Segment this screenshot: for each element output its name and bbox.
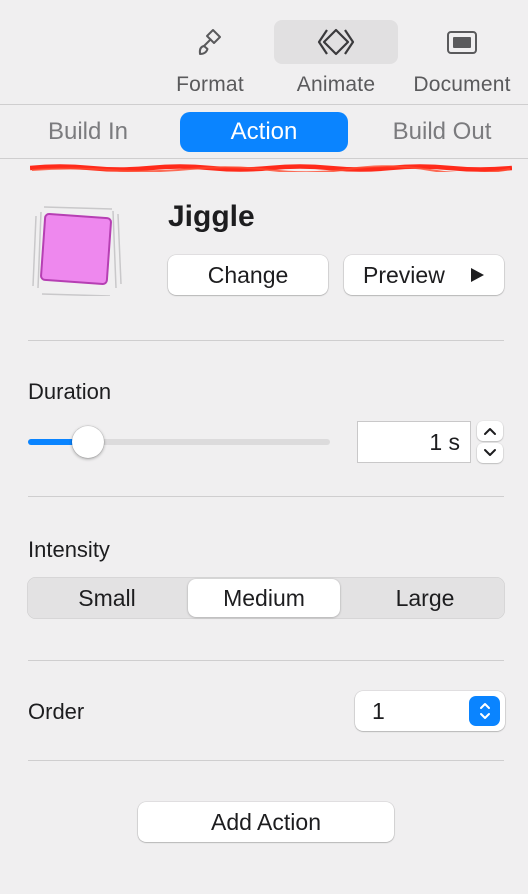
format-tool-label: Format: [176, 73, 244, 96]
tab-build-out[interactable]: Build Out: [372, 112, 512, 152]
document-icon: [445, 20, 479, 64]
intensity-option-medium[interactable]: Medium: [188, 579, 340, 617]
preview-button-label: Preview: [363, 261, 445, 288]
tab-build-in[interactable]: Build In: [18, 112, 158, 152]
updown-chevron-icon: [469, 696, 500, 726]
order-popup-button[interactable]: 1: [355, 691, 505, 731]
section-divider-4: [28, 760, 504, 761]
duration-slider[interactable]: [28, 426, 330, 458]
stepper-down-button[interactable]: [477, 443, 503, 463]
intensity-option-small[interactable]: Small: [27, 577, 187, 619]
duration-field[interactable]: 1 s: [357, 421, 471, 463]
build-tabs: Build In Action Build Out: [0, 106, 528, 158]
chevron-down-icon: [484, 449, 496, 456]
duration-label: Duration: [28, 379, 112, 404]
tab-action[interactable]: Action: [180, 112, 348, 152]
paintbrush-icon: [195, 20, 225, 64]
section-divider-3: [28, 660, 504, 661]
animate-tool-button[interactable]: Animate: [274, 20, 398, 100]
duration-stepper[interactable]: [477, 421, 505, 463]
intensity-segmented-control: Small Medium Large: [27, 577, 505, 619]
order-value: 1: [372, 698, 385, 724]
change-button-label: Change: [207, 261, 289, 288]
document-tool-button[interactable]: Document: [400, 20, 524, 100]
intensity-option-large[interactable]: Large: [345, 577, 505, 619]
effect-name: Jiggle: [168, 200, 255, 233]
format-tool-button[interactable]: Format: [148, 20, 272, 100]
jiggle-effect-thumbnail: [32, 206, 122, 296]
change-effect-button[interactable]: Change: [168, 255, 328, 295]
add-action-label: Add Action: [211, 808, 321, 835]
play-icon: [471, 268, 484, 282]
add-action-button[interactable]: Add Action: [138, 802, 394, 842]
stepper-up-button[interactable]: [477, 421, 503, 441]
preview-button[interactable]: Preview: [344, 255, 504, 295]
tabs-divider: [0, 158, 528, 159]
document-tool-label: Document: [413, 73, 511, 96]
annotation-underline: [30, 164, 512, 172]
inspector-toolbar: Format Animate Document: [0, 0, 528, 105]
diamond-animate-icon: [316, 20, 356, 64]
intensity-label: Intensity: [28, 537, 110, 562]
toolbar-divider: [0, 104, 528, 105]
animate-tool-label: Animate: [296, 73, 376, 96]
section-divider-2: [28, 496, 504, 497]
chevron-up-icon: [484, 428, 496, 435]
section-divider-1: [28, 340, 504, 341]
duration-slider-knob[interactable]: [72, 426, 105, 458]
order-label: Order: [28, 699, 85, 724]
